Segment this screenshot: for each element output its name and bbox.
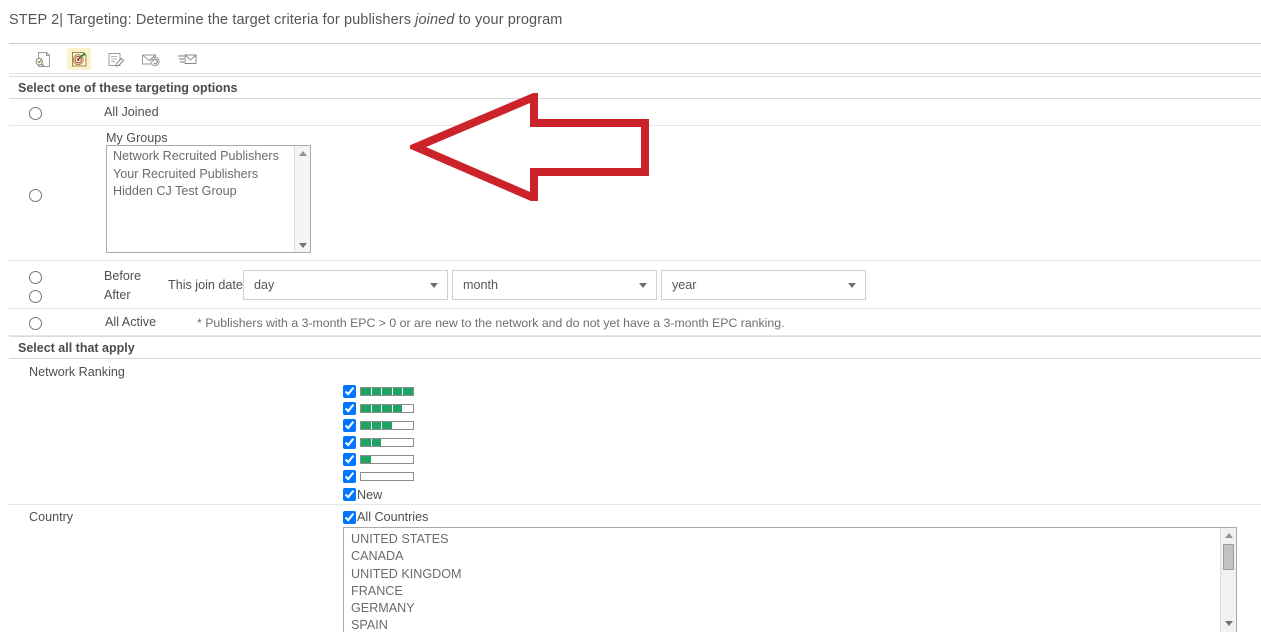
all-countries-checkbox[interactable] bbox=[343, 510, 356, 524]
step-title-emphasis: joined bbox=[415, 12, 455, 28]
toolbar bbox=[9, 43, 1261, 74]
radio-before[interactable] bbox=[29, 271, 42, 284]
list-item[interactable]: UNITED STATES bbox=[347, 531, 1220, 548]
scroll-down-icon[interactable] bbox=[1221, 616, 1236, 630]
label-all-countries: All Countries bbox=[357, 510, 429, 524]
day-select-value: day bbox=[254, 278, 275, 292]
scroll-up-icon[interactable] bbox=[295, 146, 310, 160]
ranking-checkbox-0[interactable] bbox=[343, 470, 356, 483]
offers-document-icon[interactable] bbox=[31, 48, 55, 70]
mail-list-icon[interactable] bbox=[175, 48, 199, 70]
ranking-row-new[interactable]: New bbox=[343, 486, 414, 503]
label-my-groups: My Groups bbox=[106, 131, 168, 145]
list-item[interactable]: FRANCE bbox=[347, 583, 1220, 600]
radio-all-active[interactable] bbox=[29, 317, 42, 330]
list-item[interactable]: CANADA bbox=[347, 548, 1220, 565]
all-countries-option[interactable]: All Countries bbox=[343, 510, 428, 524]
network-ranking-options: New bbox=[343, 383, 414, 503]
chevron-down-icon bbox=[848, 283, 856, 288]
month-select[interactable]: month bbox=[452, 270, 657, 300]
my-groups-listbox[interactable]: Network Recruited Publishers Your Recrui… bbox=[106, 145, 311, 253]
compose-message-icon[interactable] bbox=[103, 48, 127, 70]
label-after: After bbox=[104, 288, 131, 302]
radio-after[interactable] bbox=[29, 290, 42, 303]
ranking-row[interactable] bbox=[343, 383, 414, 400]
country-scrollbar[interactable] bbox=[1220, 528, 1236, 632]
ranking-bar-1 bbox=[360, 455, 414, 464]
chevron-down-icon bbox=[430, 283, 438, 288]
ranking-row[interactable] bbox=[343, 451, 414, 468]
list-item[interactable]: Network Recruited Publishers bbox=[110, 148, 294, 166]
list-item[interactable]: Hidden CJ Test Group bbox=[110, 183, 294, 201]
label-country: Country bbox=[29, 510, 74, 524]
ranking-row[interactable] bbox=[343, 400, 414, 417]
row-network-ranking bbox=[9, 359, 1261, 505]
list-item[interactable]: SPAIN bbox=[347, 617, 1220, 632]
ranking-row[interactable] bbox=[343, 434, 414, 451]
targeting-options-header-label: Select one of these targeting options bbox=[18, 80, 238, 95]
ranking-checkbox-new[interactable] bbox=[343, 488, 356, 501]
ranking-checkbox-4[interactable] bbox=[343, 402, 356, 415]
my-groups-scrollbar[interactable] bbox=[294, 146, 310, 252]
apply-options-header-label: Select all that apply bbox=[18, 340, 135, 355]
row-all-joined bbox=[9, 99, 1261, 126]
month-select-value: month bbox=[463, 278, 499, 292]
send-mail-refresh-icon[interactable] bbox=[139, 48, 163, 70]
ranking-checkbox-2[interactable] bbox=[343, 436, 356, 449]
list-item[interactable]: Your Recruited Publishers bbox=[110, 166, 294, 184]
ranking-checkbox-1[interactable] bbox=[343, 453, 356, 466]
ranking-row[interactable] bbox=[343, 468, 414, 485]
scroll-down-icon[interactable] bbox=[295, 238, 310, 252]
radio-all-joined[interactable] bbox=[29, 107, 42, 120]
step-number: STEP 2| bbox=[9, 12, 68, 28]
list-item[interactable]: GERMANY bbox=[347, 600, 1220, 617]
chevron-down-icon bbox=[639, 283, 647, 288]
label-this-join-date: This join date bbox=[168, 278, 243, 292]
radio-my-groups[interactable] bbox=[29, 189, 42, 202]
label-all-active: All Active bbox=[105, 315, 157, 329]
ranking-bar-0 bbox=[360, 472, 414, 481]
ranking-row[interactable] bbox=[343, 417, 414, 434]
targeting-options-header: Select one of these targeting options bbox=[9, 76, 1261, 99]
label-all-joined: All Joined bbox=[104, 105, 159, 119]
label-new: New bbox=[357, 487, 383, 502]
year-select[interactable]: year bbox=[661, 270, 866, 300]
country-listbox[interactable]: UNITED STATES CANADA UNITED KINGDOM FRAN… bbox=[343, 527, 1237, 632]
ranking-checkbox-5[interactable] bbox=[343, 385, 356, 398]
label-before: Before bbox=[104, 269, 142, 283]
year-select-value: year bbox=[672, 278, 697, 292]
day-select[interactable]: day bbox=[243, 270, 448, 300]
ranking-checkbox-3[interactable] bbox=[343, 419, 356, 432]
scrollbar-thumb[interactable] bbox=[1223, 544, 1234, 570]
step-title-text-before: Targeting: Determine the target criteria… bbox=[67, 12, 416, 28]
page-title: STEP 2| Targeting: Determine the target … bbox=[9, 12, 562, 28]
all-active-note: * Publishers with a 3-month EPC > 0 or a… bbox=[197, 316, 785, 330]
targeting-step-page: STEP 2| Targeting: Determine the target … bbox=[0, 0, 1261, 632]
ranking-bar-5 bbox=[360, 387, 414, 396]
scroll-up-icon[interactable] bbox=[1221, 528, 1236, 542]
step-title-text-after: to your program bbox=[454, 12, 563, 28]
ranking-bar-2 bbox=[360, 438, 414, 447]
ranking-bar-3 bbox=[360, 421, 414, 430]
apply-options-header: Select all that apply bbox=[9, 336, 1261, 359]
list-item[interactable]: UNITED KINGDOM bbox=[347, 566, 1220, 583]
ranking-bar-4 bbox=[360, 404, 414, 413]
country-options[interactable]: UNITED STATES CANADA UNITED KINGDOM FRAN… bbox=[344, 528, 1220, 632]
my-groups-options[interactable]: Network Recruited Publishers Your Recrui… bbox=[107, 146, 294, 252]
label-network-ranking: Network Ranking bbox=[29, 365, 125, 379]
target-bullseye-icon[interactable] bbox=[67, 47, 91, 70]
